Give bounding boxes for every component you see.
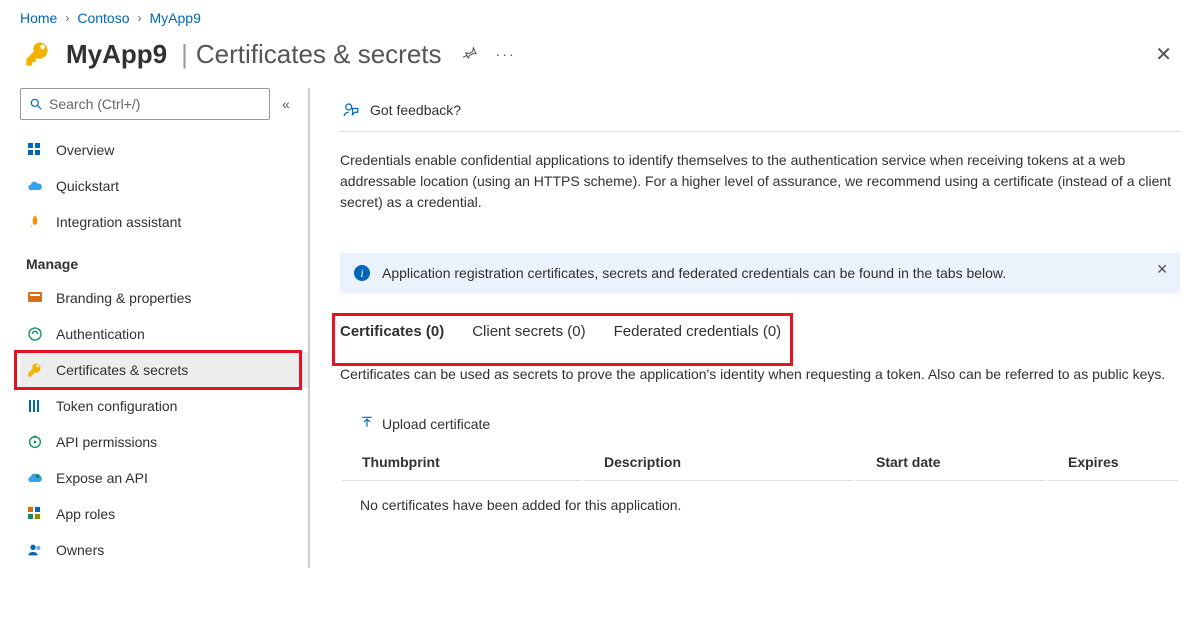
col-start-date: Start date xyxy=(856,444,1046,481)
sidebar-item-label: API permissions xyxy=(56,434,157,450)
permissions-icon xyxy=(26,433,44,451)
search-icon xyxy=(29,97,43,111)
main-content: Got feedback? Credentials enable confide… xyxy=(310,88,1200,568)
upload-icon xyxy=(360,415,374,432)
breadcrumb-app[interactable]: MyApp9 xyxy=(150,10,201,26)
sidebar-item-certificates-secrets[interactable]: Certificates & secrets xyxy=(20,352,308,388)
breadcrumb-home[interactable]: Home xyxy=(20,10,57,26)
sidebar-item-label: Certificates & secrets xyxy=(56,362,188,378)
sidebar-item-label: Token configuration xyxy=(56,398,177,414)
close-icon[interactable]: ✕ xyxy=(1155,42,1180,67)
title-separator: | xyxy=(181,39,188,70)
feedback-button[interactable]: Got feedback? xyxy=(340,88,1180,132)
sidebar-item-label: Branding & properties xyxy=(56,290,191,306)
page-title: MyApp9 xyxy=(66,39,167,70)
sidebar-item-authentication[interactable]: Authentication xyxy=(20,316,308,352)
sidebar-item-label: Owners xyxy=(56,542,104,558)
col-description: Description xyxy=(584,444,854,481)
info-icon: i xyxy=(354,265,370,281)
tab-certificates[interactable]: Certificates (0) xyxy=(340,323,444,340)
info-banner: i Application registration certificates,… xyxy=(340,253,1180,293)
key-icon xyxy=(26,361,44,379)
description-text: Credentials enable confidential applicat… xyxy=(340,150,1180,213)
empty-state-text: No certificates have been added for this… xyxy=(340,483,1180,513)
close-icon[interactable]: ✕ xyxy=(1156,261,1168,278)
sidebar-item-branding[interactable]: Branding & properties xyxy=(20,280,308,316)
more-icon[interactable]: ··· xyxy=(496,46,516,62)
branding-icon xyxy=(26,289,44,307)
owners-icon xyxy=(26,541,44,559)
key-icon xyxy=(20,36,56,72)
sidebar-item-label: Expose an API xyxy=(56,470,148,486)
col-expires: Expires xyxy=(1048,444,1178,481)
sidebar-section-manage: Manage xyxy=(20,240,308,280)
sidebar-item-label: App roles xyxy=(56,506,115,522)
breadcrumb-tenant[interactable]: Contoso xyxy=(77,10,129,26)
tab-description: Certificates can be used as secrets to p… xyxy=(340,364,1180,385)
upload-certificate-button[interactable]: Upload certificate xyxy=(340,411,496,442)
tab-federated-credentials[interactable]: Federated credentials (0) xyxy=(614,323,782,340)
collapse-sidebar-icon[interactable]: « xyxy=(282,96,290,112)
tabs: Certificates (0) Client secrets (0) Fede… xyxy=(340,317,781,346)
page-header: MyApp9 | Certificates & secrets ··· ✕ xyxy=(0,30,1200,88)
sidebar-item-label: Overview xyxy=(56,142,114,158)
sidebar-item-expose-api[interactable]: Expose an API xyxy=(20,460,308,496)
rocket-icon xyxy=(26,213,44,231)
col-thumbprint: Thumbprint xyxy=(342,444,582,481)
sidebar-item-api-permissions[interactable]: API permissions xyxy=(20,424,308,460)
sidebar-item-integration-assistant[interactable]: Integration assistant xyxy=(20,204,308,240)
certificates-table: Thumbprint Description Start date Expire… xyxy=(340,442,1180,483)
auth-icon xyxy=(26,325,44,343)
page-subtitle: Certificates & secrets xyxy=(196,39,442,70)
sidebar-item-app-roles[interactable]: App roles xyxy=(20,496,308,532)
app-roles-icon xyxy=(26,505,44,523)
search-input[interactable]: Search (Ctrl+/) xyxy=(20,88,270,120)
info-banner-text: Application registration certificates, s… xyxy=(382,265,1006,281)
upload-label: Upload certificate xyxy=(382,416,490,432)
sidebar-item-label: Quickstart xyxy=(56,178,119,194)
feedback-label: Got feedback? xyxy=(370,102,461,118)
token-icon xyxy=(26,397,44,415)
chevron-right-icon: › xyxy=(138,11,142,25)
sidebar-item-label: Integration assistant xyxy=(56,214,181,230)
search-placeholder: Search (Ctrl+/) xyxy=(49,96,140,112)
sidebar-item-label: Authentication xyxy=(56,326,145,342)
tab-client-secrets[interactable]: Client secrets (0) xyxy=(472,323,585,340)
pin-icon[interactable] xyxy=(462,45,478,64)
feedback-icon xyxy=(342,101,360,119)
sidebar: Search (Ctrl+/) « Overview Quickstart In… xyxy=(0,88,310,568)
grid-icon xyxy=(26,141,44,159)
sidebar-item-token-configuration[interactable]: Token configuration xyxy=(20,388,308,424)
sidebar-item-overview[interactable]: Overview xyxy=(20,132,308,168)
sidebar-item-owners[interactable]: Owners xyxy=(20,532,308,568)
sidebar-item-quickstart[interactable]: Quickstart xyxy=(20,168,308,204)
cloud-icon xyxy=(26,177,44,195)
breadcrumb: Home › Contoso › MyApp9 xyxy=(0,0,1200,30)
chevron-right-icon: › xyxy=(65,11,69,25)
expose-api-icon xyxy=(26,469,44,487)
